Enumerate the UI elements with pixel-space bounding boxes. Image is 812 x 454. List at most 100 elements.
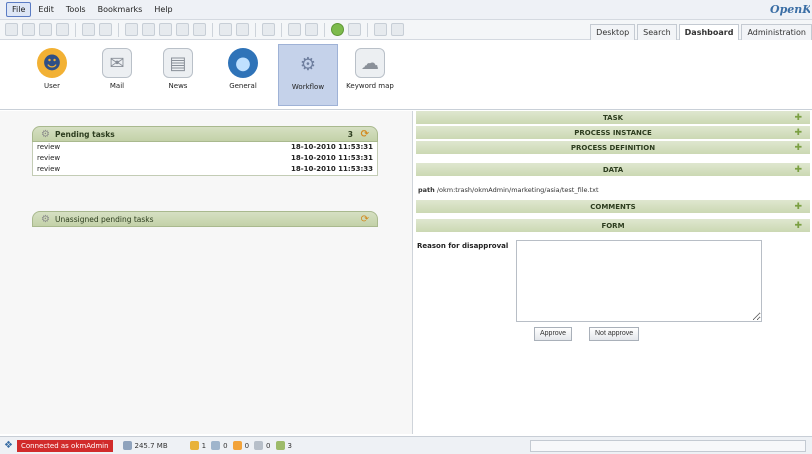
unassigned-tasks-header[interactable]: ⚙ Unassigned pending tasks ⟳ <box>32 211 378 227</box>
counter-news[interactable]: 0 <box>232 441 249 450</box>
tab-search[interactable]: Search <box>637 24 677 40</box>
refresh-icon[interactable]: ⟳ <box>361 129 369 140</box>
launcher-user[interactable]: ☻ User <box>22 44 82 106</box>
gear-icon: ⚙ <box>41 128 50 140</box>
scanner-icon[interactable] <box>374 23 387 36</box>
news-icon: ▤ <box>163 48 193 78</box>
pending-tasks-count: 3 <box>347 129 353 139</box>
path-value: /okm:trash/okmAdmin/marketing/asia/test_… <box>436 186 599 194</box>
unlock-icon[interactable] <box>99 23 112 36</box>
pending-tasks-title: Pending tasks <box>54 129 115 139</box>
menu-bookmarks[interactable]: Bookmarks <box>93 3 148 16</box>
counter-workflow[interactable]: 0 <box>254 441 271 450</box>
menu-bar: File Edit Tools Bookmarks Help OpenKM <box>0 0 812 20</box>
mail-icon <box>211 441 221 450</box>
mail-icon: ✉ <box>102 48 132 78</box>
reason-label: Reason for disapproval <box>417 242 509 250</box>
openkm-logo-icon: ❖ <box>4 440 13 451</box>
counter-subscriptions[interactable]: 3 <box>275 441 292 450</box>
upload-icon[interactable] <box>236 23 249 36</box>
add-document-alt-icon[interactable] <box>56 23 69 36</box>
lock-icon[interactable] <box>82 23 95 36</box>
add-document-icon[interactable] <box>39 23 52 36</box>
reason-textarea[interactable] <box>516 240 762 322</box>
launcher-mail[interactable]: ✉ Mail <box>87 44 147 106</box>
workflow-gear-icon: ⚙ <box>299 53 317 75</box>
remove-property-group-icon[interactable] <box>305 23 318 36</box>
status-message-box <box>530 440 806 452</box>
toolbar-separator <box>118 22 119 37</box>
tab-desktop[interactable]: Desktop <box>590 24 636 40</box>
expand-icon[interactable]: ✚ <box>794 111 802 125</box>
workflow-left-panel: ⚙ Pending tasks 3 ⟳ review 18-10-2010 11… <box>0 111 413 434</box>
keyword-map-icon: ☁ <box>355 48 385 78</box>
not-approve-button[interactable]: Not approve <box>589 327 640 341</box>
subscription-icon <box>275 441 285 450</box>
menu-edit[interactable]: Edit <box>33 3 59 16</box>
delete-icon[interactable] <box>176 23 189 36</box>
toolbar-separator <box>324 22 325 37</box>
approve-button[interactable]: Approve <box>534 327 573 341</box>
properties-icon[interactable] <box>193 23 206 36</box>
toolbar-separator <box>255 22 256 37</box>
path-line: path /okm:trash/okmAdmin/marketing/asia/… <box>418 186 599 194</box>
expand-icon[interactable]: ✚ <box>794 163 802 177</box>
dashboard-launcher: ☻ User ✉ Mail ▤ News ● General ⚙ Workflo… <box>0 40 812 110</box>
launcher-general[interactable]: ● General <box>213 44 273 106</box>
expand-icon[interactable]: ✚ <box>794 126 802 140</box>
disk-icon <box>122 441 132 450</box>
home-icon[interactable] <box>348 23 361 36</box>
expand-icon[interactable]: ✚ <box>794 219 802 233</box>
unassigned-tasks-title: Unassigned pending tasks <box>54 214 154 224</box>
download-icon[interactable] <box>219 23 232 36</box>
cancel-checkout-icon[interactable] <box>159 23 172 36</box>
toolbar-separator <box>212 22 213 37</box>
lock-icon <box>189 441 199 450</box>
counter-checkout[interactable]: 1 <box>189 441 206 450</box>
checkout-icon[interactable] <box>125 23 138 36</box>
path-label: path <box>418 186 435 194</box>
checkin-icon[interactable] <box>142 23 155 36</box>
section-comments[interactable]: COMMENTS ✚ <box>416 200 810 214</box>
pending-tasks-header[interactable]: ⚙ Pending tasks 3 ⟳ <box>32 126 378 142</box>
workflow-icon <box>254 441 264 450</box>
refresh-icon[interactable] <box>331 23 344 36</box>
status-bar: ❖ Connected as okmAdmin 245.7 MB 1 0 0 0… <box>0 436 812 454</box>
add-property-group-icon[interactable] <box>288 23 301 36</box>
user-icon: ☻ <box>37 48 67 78</box>
pending-tasks-list: review 18-10-2010 11:53:31 review 18-10-… <box>32 142 378 176</box>
table-row[interactable]: review 18-10-2010 11:53:31 <box>33 153 377 164</box>
toolbar-separator <box>367 22 368 37</box>
create-folder-icon[interactable] <box>5 23 18 36</box>
toolbar-separator <box>281 22 282 37</box>
section-process-definition[interactable]: PROCESS DEFINITION ✚ <box>416 141 810 155</box>
section-form[interactable]: FORM ✚ <box>416 219 810 233</box>
menu-tools[interactable]: Tools <box>61 3 91 16</box>
section-process-instance[interactable]: PROCESS INSTANCE ✚ <box>416 126 810 140</box>
gear-icon: ⚙ <box>41 213 50 225</box>
refresh-icon[interactable]: ⟳ <box>361 214 369 225</box>
section-task[interactable]: TASK ✚ <box>416 111 810 125</box>
repository-size: 245.7 MB <box>122 441 168 450</box>
workflow-icon[interactable] <box>262 23 275 36</box>
table-row[interactable]: review 18-10-2010 11:53:31 <box>33 142 377 153</box>
tab-dashboard[interactable]: Dashboard <box>678 24 740 40</box>
launcher-news[interactable]: ▤ News <box>148 44 208 106</box>
main-tabs: Desktop Search Dashboard Administration <box>588 24 812 40</box>
table-row[interactable]: review 18-10-2010 11:53:33 <box>33 164 377 175</box>
launcher-keyword-map[interactable]: ☁ Keyword map <box>340 44 400 106</box>
tab-administration[interactable]: Administration <box>741 24 812 40</box>
expand-icon[interactable]: ✚ <box>794 141 802 155</box>
find-folder-icon[interactable] <box>22 23 35 36</box>
workflow-detail-panel: TASK ✚ PROCESS INSTANCE ✚ PROCESS DEFINI… <box>414 111 812 434</box>
expand-icon[interactable]: ✚ <box>794 200 802 214</box>
section-data[interactable]: DATA ✚ <box>416 163 810 177</box>
toolbar-separator <box>75 22 76 37</box>
news-icon <box>232 441 242 450</box>
launcher-workflow[interactable]: ⚙ Workflow <box>278 44 338 106</box>
uploader-icon[interactable] <box>391 23 404 36</box>
globe-icon: ● <box>228 48 258 78</box>
counter-mail[interactable]: 0 <box>211 441 228 450</box>
menu-help[interactable]: Help <box>149 3 177 16</box>
menu-file[interactable]: File <box>6 2 32 17</box>
